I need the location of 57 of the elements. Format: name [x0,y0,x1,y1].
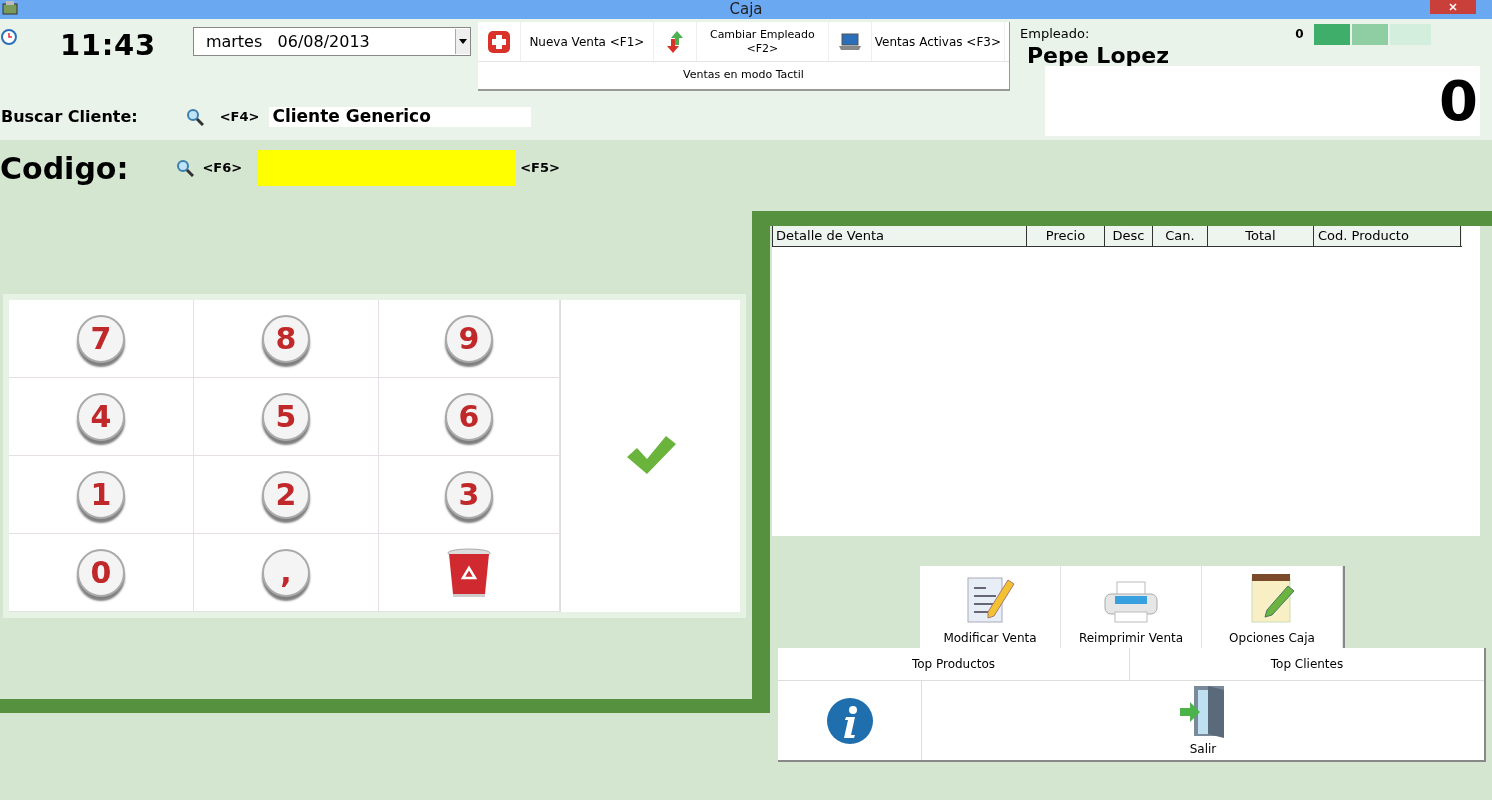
customer-field[interactable]: Cliente Generico [269,107,532,127]
toolbar-button[interactable]: Ventas Activas <F3> [871,22,1005,61]
column-header[interactable]: Can. [1153,226,1208,246]
close-button[interactable] [1430,0,1476,14]
action-button[interactable]: Modificar Venta [920,566,1061,648]
printer-icon [1103,580,1159,626]
action-button[interactable]: Reimprimir Venta [1061,566,1202,648]
total-display: 0 [1045,66,1480,136]
keypad-key[interactable]: 9 [379,300,560,378]
code-input[interactable] [258,150,517,186]
keypad-key[interactable]: 8 [194,300,379,378]
search-icon[interactable] [176,159,195,177]
touch-mode-button[interactable]: Ventas en modo Tactil [477,62,1009,89]
document-pencil-icon [964,574,1016,626]
keypad-key[interactable]: 3 [379,456,560,534]
shortcut-label: <F5> [520,159,560,178]
exit-button[interactable]: Salir [922,681,1484,760]
action-button[interactable]: Opciones Caja [1202,566,1343,648]
keypad-key[interactable]: 7 [9,300,194,378]
shortcut-label: <F6> [202,159,243,178]
clock-icon [1,29,17,45]
employee-count: 0 [1295,26,1304,43]
notepad-pencil-icon [1248,572,1296,626]
close-icon [1449,3,1457,11]
employee-name: Pepe Lopez [1027,45,1170,67]
column-header[interactable]: Cod. Producto [1314,226,1461,246]
toolbar-button[interactable]: Cambiar Empleado <F2> [696,22,829,61]
report-button[interactable]: Top Clientes [1130,648,1484,680]
date-dropdown[interactable]: martes 06/08/2013 [192,27,471,56]
column-header[interactable]: Total [1208,226,1314,246]
recycle-bin-icon [445,547,493,598]
dropdown-caret-icon [458,39,467,44]
keypad-key[interactable]: 6 [379,378,560,456]
app-icon [2,1,18,15]
arrows-icon [665,30,684,53]
shortcut-label: <F4> [219,108,260,127]
keypad-key[interactable]: 5 [194,378,379,456]
code-label: Codigo: [0,149,129,188]
customer-label: Buscar Cliente: [1,106,138,128]
column-header[interactable]: Desc [1105,226,1153,246]
keypad-key[interactable]: 1 [9,456,194,534]
report-button[interactable]: Top Productos [778,648,1130,680]
employee-label: Empleado: [1020,25,1090,44]
column-header[interactable]: Precio [1027,226,1105,246]
clock-time: 11:43 [59,27,156,64]
toolbar-button[interactable]: Nueva Venta <F1> [520,22,654,61]
plus-icon [486,29,511,54]
window-title: Caja [729,0,763,21]
search-icon[interactable] [185,108,204,126]
laptop-icon [838,32,861,51]
keypad-key[interactable]: , [194,534,379,612]
delete-key[interactable] [379,534,560,612]
keypad-key[interactable]: 4 [9,378,194,456]
keypad-key[interactable]: 2 [194,456,379,534]
info-icon [825,696,874,745]
column-header[interactable]: Detalle de Venta [773,226,1027,246]
keypad-key[interactable]: 0 [9,534,194,612]
